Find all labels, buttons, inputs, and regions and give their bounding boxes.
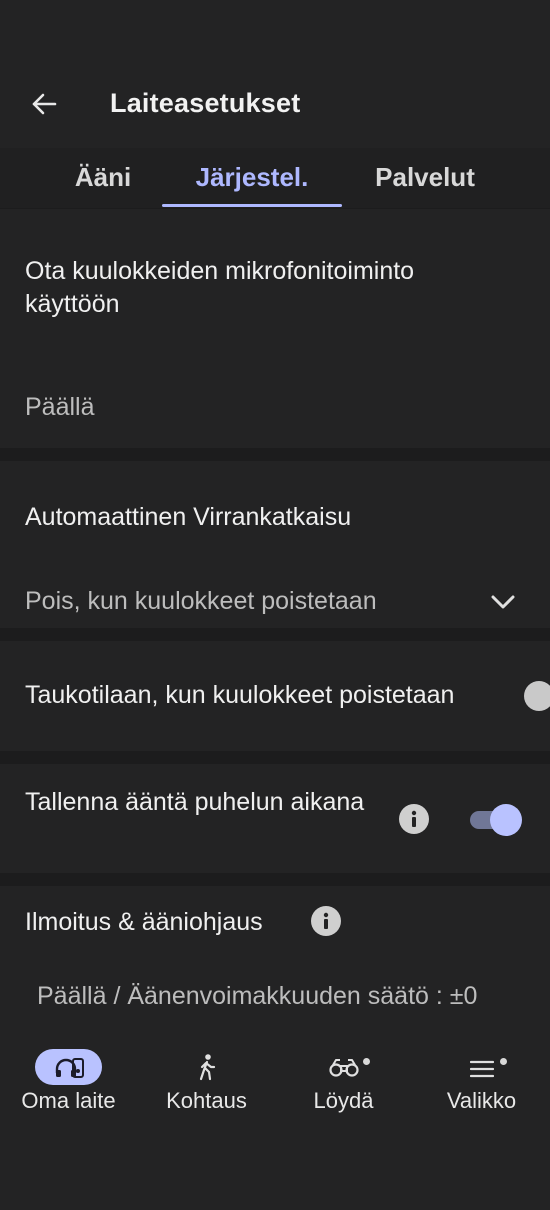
tab-services[interactable]: Palvelut [360, 162, 490, 193]
auto-power-off-value[interactable]: Pois, kun kuulokkeet poistetaan [25, 587, 377, 616]
pause-setting-card: Taukotilaan, kun kuulokkeet poistetaan [0, 641, 550, 751]
mic-setting-card[interactable]: Ota kuulokkeiden mikrofonitoiminto käytt… [0, 209, 550, 448]
app: Laiteasetukset Ääni Järjestel. Palvelut … [0, 0, 550, 1210]
record-call-toggle[interactable] [470, 804, 522, 836]
info-icon[interactable] [311, 906, 341, 936]
active-tab-indicator [162, 204, 342, 207]
tab-system[interactable]: Järjestel. [162, 162, 342, 193]
app-header: Laiteasetukset [0, 0, 550, 148]
tab-bar: Ääni Järjestel. Palvelut [0, 148, 550, 208]
nav-scene[interactable]: Kohtaus [138, 1038, 275, 1138]
nav-label: Oma laite [21, 1088, 116, 1113]
notification-value: Päällä / Äänenvoimakkuuden säätö : ±0 [37, 982, 478, 1010]
nav-label: Kohtaus [166, 1088, 247, 1113]
notification-title: Ilmoitus & ääniohjaus [25, 908, 263, 936]
nav-label: Löydä [313, 1088, 374, 1113]
nav-my-device[interactable]: Oma laite [0, 1038, 137, 1138]
record-call-title: Tallenna ääntä puhelun aikana [25, 788, 365, 816]
nav-discover[interactable]: Löydä [275, 1038, 412, 1138]
headphones-device-icon [55, 1058, 84, 1078]
auto-power-off-title: Automaattinen Virrankatkaisu [25, 503, 352, 531]
notification-badge [363, 1058, 370, 1065]
chevron-down-icon[interactable] [487, 586, 519, 618]
notification-badge [500, 1058, 507, 1065]
info-icon[interactable] [399, 804, 429, 834]
walking-person-icon [199, 1054, 215, 1081]
record-call-card: Tallenna ääntä puhelun aikana [0, 764, 550, 873]
auto-power-off-card: Automaattinen Virrankatkaisu Pois, kun k… [0, 461, 550, 628]
notification-card[interactable]: Ilmoitus & ääniohjaus Päällä / Äänenvoim… [0, 886, 550, 1038]
nav-label: Valikko [446, 1088, 517, 1113]
menu-icon [469, 1060, 494, 1078]
page-title: Laiteasetukset [110, 88, 301, 118]
binoculars-icon [328, 1059, 359, 1077]
nav-menu[interactable]: Valikko [413, 1038, 550, 1138]
mic-setting-value: Päällä [25, 393, 95, 421]
back-arrow-icon [32, 93, 57, 115]
back-button[interactable] [22, 82, 66, 126]
tab-audio[interactable]: Ääni [60, 162, 146, 193]
pause-toggle[interactable] [524, 681, 550, 711]
toggle-knob [490, 804, 522, 836]
bottom-navigation: Oma laite Kohtaus Löydä Valikko [0, 1038, 550, 1210]
pause-setting-title: Taukotilaan, kun kuulokkeet poistetaan [25, 681, 455, 709]
mic-setting-title: Ota kuulokkeiden mikrofonitoiminto käytt… [25, 257, 415, 318]
